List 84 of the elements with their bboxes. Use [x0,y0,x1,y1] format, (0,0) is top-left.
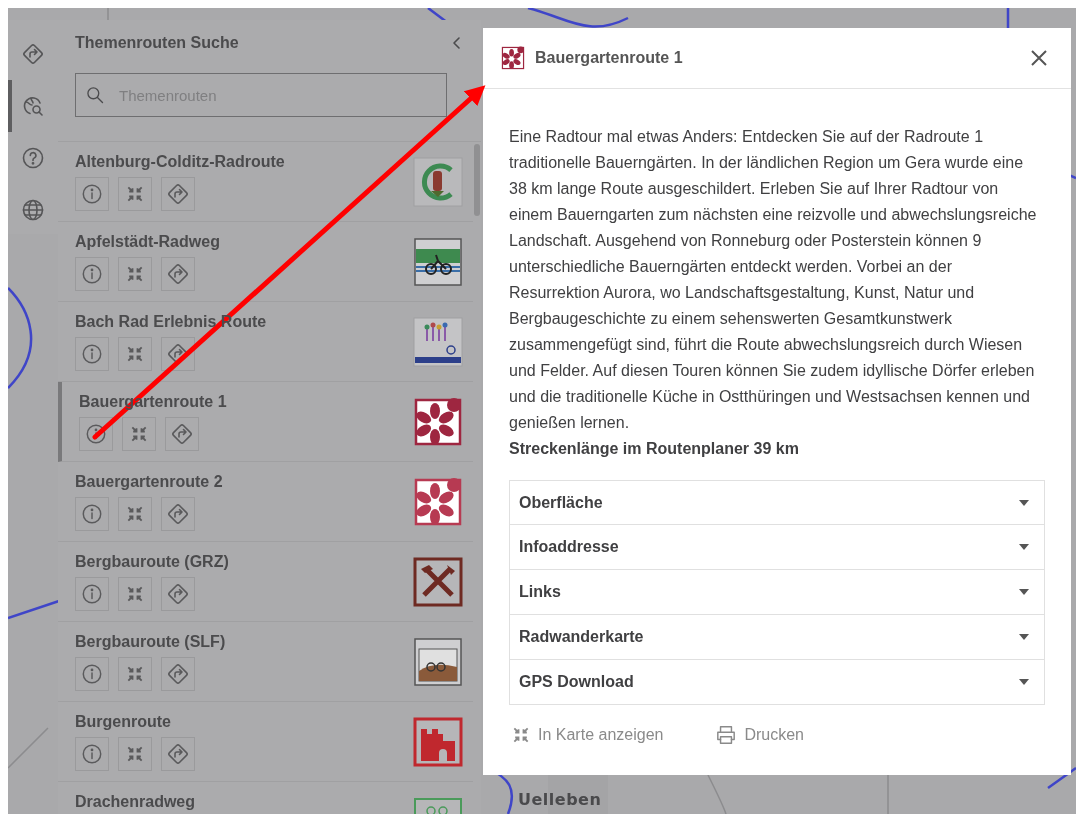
route-name: Bauergartenroute 2 [75,472,224,491]
info-button[interactable] [79,416,113,451]
route-logo [413,636,463,687]
dialog-title: Bauergartenroute 1 [535,49,684,67]
route-logo [501,46,525,70]
route-sign-icon [166,501,190,526]
route-name: Apfelstädt-Radweg [75,232,221,251]
route-sign-icon [166,741,190,766]
route-length: Streckenlänge im Routenplaner 39 km [509,439,800,459]
globe-icon [21,198,45,222]
accordion-header[interactable]: GPS Download [509,660,1045,705]
info-icon [85,422,107,445]
route-planner-button[interactable] [165,416,199,451]
panel-title: Themenrouten Suche [75,34,239,52]
route-planner-button[interactable] [161,656,195,691]
route-name: Burgenroute [75,712,172,731]
info-button[interactable] [75,576,109,611]
route-logo [413,716,463,767]
route-list-item[interactable]: Drachenradweg [58,782,473,814]
map-label: Uelleben [518,790,602,809]
route-planner-button[interactable] [161,256,195,291]
route-list-item[interactable]: Altenburg-Colditz-Radroute [58,142,473,222]
route-sign-icon [166,581,190,606]
zoom-to-route-button[interactable] [118,656,152,691]
route-planner-button[interactable] [161,176,195,211]
zoom-to-route-button[interactable] [118,256,152,291]
info-button[interactable] [75,336,109,371]
globe-search-icon [21,94,45,118]
info-button[interactable] [75,256,109,291]
collapse-arrows-icon [511,725,531,745]
zoom-to-route-button[interactable] [122,416,156,451]
chevron-left-icon [451,36,463,50]
route-list-item[interactable]: Bergbauroute (SLF) [58,622,473,702]
close-icon [1030,49,1048,67]
printer-icon [715,725,738,745]
route-description: Eine Radtour mal etwas Anders: Entdecken Sie auf der Radroute 1 traditionelle Bauerngärten. In der ländlichen Region um Gera wurde eine 38 km lange Route ausgeschildert. Erleben Sie auf Ihrer Radtour von einem Bauerngarten zum nächsten eine reizvolle und abwechslungsreiche Landschaft. Ausgehend von Ronneburg oder Posterstein können 9 unterschiedliche Bauerngärten entdeckt werden. Vorbei an der Resurrektion Aurora, wo Landschaftsgestaltung, Kunst, Natur und Bergbaugeschichte zu einem sehenswerten Gesamtkunstwerk zusammengefügt sind, führt die Route abwechslungsreich durch Wiesen und Felder. Auf diesen Touren können Sie zudem idyllische Dörfer erleben und die traditionelle Küche in Ostthüringen und Westsachsen kennen und genießen lernen. [509,127,1038,433]
route-sign-icon [21,42,45,66]
info-icon [81,582,103,605]
route-logo [413,396,463,447]
zoom-to-route-button[interactable] [118,336,152,371]
route-planner-button[interactable] [161,336,195,371]
scrollbar-thumb[interactable] [474,144,480,216]
info-icon [81,262,103,285]
show-on-map-button[interactable]: In Karte anzeigen [511,725,664,745]
route-list-item[interactable]: Apfelstädt-Radweg [58,222,473,302]
info-icon [81,182,103,205]
route-name: Bergbauroute (SLF) [75,632,227,651]
route-name: Altenburg-Colditz-Radroute [75,152,286,171]
info-button[interactable] [75,656,109,691]
zoom-to-route-button[interactable] [118,496,152,531]
info-icon [81,502,103,525]
route-list-item[interactable]: Bergbauroute (GRZ) [58,542,473,622]
route-logo [413,316,463,367]
accordion-header[interactable]: Infoaddresse [509,525,1045,570]
info-icon [81,342,103,365]
help-icon [21,146,45,170]
route-logo [413,236,463,287]
print-button[interactable]: Drucken [715,725,804,745]
route-list-item[interactable]: Burgenroute [58,702,473,782]
info-button[interactable] [75,496,109,531]
route-logo [413,476,463,527]
route-planner-button[interactable] [161,576,195,611]
info-icon [81,742,103,765]
route-logo [413,156,463,207]
accordion-header[interactable]: Radwanderkarte [509,615,1045,660]
zoom-to-route-button[interactable] [118,576,152,611]
route-sign-icon [166,181,190,206]
route-name: Bergbauroute (GRZ) [75,552,230,571]
route-sign-icon [166,261,190,286]
info-button[interactable] [75,176,109,211]
route-planner-button[interactable] [161,496,195,531]
zoom-to-route-button[interactable] [118,176,152,211]
route-logo [413,556,463,607]
zoom-to-route-button[interactable] [118,736,152,771]
search-icon [85,85,105,105]
route-sign-icon [166,661,190,686]
route-planner-button[interactable] [161,736,195,771]
accordion-header[interactable]: Oberfläche [509,480,1045,525]
route-name: Drachenradweg [75,792,197,811]
route-list-item[interactable]: Bauergartenroute 2 [58,462,473,542]
accordion-header[interactable]: Links [509,570,1045,615]
route-sign-icon [170,421,194,446]
info-icon [81,662,103,685]
info-button[interactable] [75,736,109,771]
